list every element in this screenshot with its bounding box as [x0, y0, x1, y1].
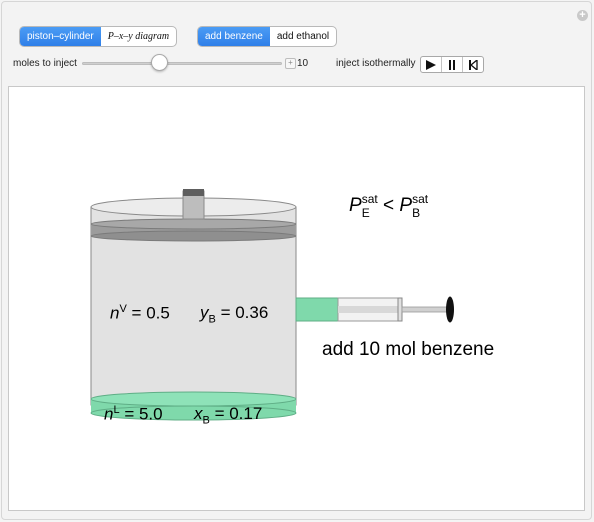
liquid-fraction-label: xB = 0.17	[194, 404, 263, 427]
moles-slider-track[interactable]	[82, 62, 282, 65]
pause-icon[interactable]	[442, 57, 463, 72]
piston-cylinder-graphic	[90, 189, 454, 421]
comparison-symbol: <	[382, 195, 395, 217]
inject-label: inject isothermally	[336, 58, 416, 69]
piston-bottom	[90, 230, 297, 242]
liquid-moles-label: nL = 5.0	[104, 404, 163, 424]
view-toggle: piston–cylinder P–x–y diagram	[19, 26, 178, 47]
psat-comparison: Psat E < Psat B	[349, 192, 429, 220]
vapor-moles-label: nV = 0.5	[110, 303, 170, 323]
moles-slider-thumb[interactable]	[151, 54, 168, 71]
play-icon[interactable]	[421, 57, 442, 72]
tab-pxy-label: P–x–y diagram	[107, 31, 170, 42]
vapor-fraction-value: 0.36	[235, 303, 269, 322]
moles-label: moles to inject	[13, 58, 77, 69]
tab-pxy-diagram[interactable]: P–x–y diagram	[101, 27, 176, 46]
syringe-inner	[338, 306, 400, 313]
vapor-moles-value: 0.5	[146, 303, 170, 323]
piston-top	[90, 218, 297, 230]
syringe-liquid	[295, 297, 339, 322]
piston-rod-cap	[183, 189, 204, 196]
slider-expand-icon[interactable]: +	[285, 58, 296, 69]
tab-piston-cylinder[interactable]: piston–cylinder	[20, 27, 101, 46]
vapor-fraction-label: yB = 0.36	[200, 303, 269, 326]
moles-value: 10	[297, 58, 309, 69]
reset-icon[interactable]	[463, 57, 483, 72]
injection-caption: add 10 mol benzene	[322, 339, 495, 360]
tab-add-ethanol[interactable]: add ethanol	[270, 27, 336, 46]
tab-add-benzene[interactable]: add benzene	[198, 27, 270, 46]
display-panel: nV = 0.5 yB = 0.36 nL = 5.0 xB = 0.17 Ps…	[8, 86, 585, 511]
component-toggle: add benzene add ethanol	[197, 26, 338, 47]
animation-controls	[420, 56, 484, 73]
syringe-flange	[397, 297, 403, 322]
liquid-fraction-value: 0.17	[229, 404, 263, 423]
syringe-plunger	[401, 306, 449, 313]
syringe-plunger-head	[446, 296, 454, 323]
plus-icon[interactable]: +	[577, 10, 588, 21]
liquid-moles-value: 5.0	[138, 404, 163, 424]
